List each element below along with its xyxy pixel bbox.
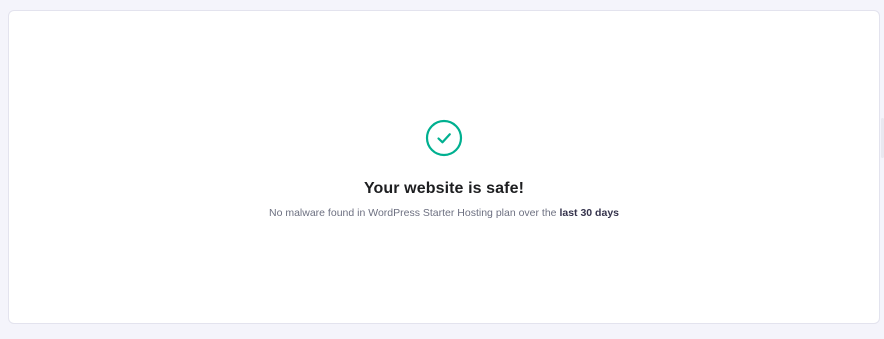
page: Your website is safe! No malware found i… <box>0 0 884 339</box>
malware-scan-card: Your website is safe! No malware found i… <box>8 10 880 324</box>
check-circle-icon <box>425 119 463 157</box>
result-message: No malware found in WordPress Starter Ho… <box>9 207 879 219</box>
result-title: Your website is safe! <box>363 180 525 197</box>
result-message-period: last 30 days <box>559 207 619 219</box>
result-message-text: No malware found in WordPress Starter Ho… <box>269 207 560 219</box>
scan-result: Your website is safe! No malware found i… <box>9 119 879 219</box>
